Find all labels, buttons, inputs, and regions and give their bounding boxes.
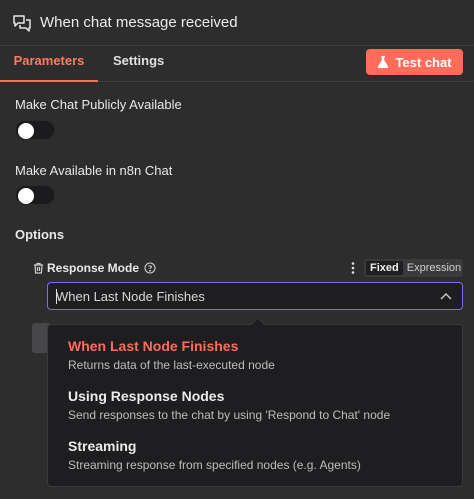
public-label: Make Chat Publicly Available [15,97,182,112]
option-description: Returns data of the last-executed node [68,358,275,372]
toggle-knob [18,123,34,139]
option-when-last-node-finishes[interactable]: When Last Node Finishes Returns data of … [68,338,275,372]
node-title: When chat message received [40,14,238,31]
tab-settings[interactable]: Settings [113,46,164,82]
option-using-response-nodes[interactable]: Using Response Nodes Send responses to t… [68,388,390,422]
expression-option[interactable]: Expression [403,261,465,275]
test-chat-label: Test chat [395,54,452,70]
response-mode-label: Response Mode [47,261,140,275]
option-title: Using Response Nodes [68,388,225,404]
flask-icon [378,56,389,68]
options-title: Options [15,227,65,242]
toggle-knob [18,188,34,204]
trash-icon[interactable] [33,262,44,274]
n8n-chat-toggle[interactable] [15,185,55,205]
fixed-option[interactable]: Fixed [366,261,403,275]
help-circle-icon[interactable] [144,262,156,274]
option-title: Streaming [68,438,137,454]
tab-parameters[interactable]: Parameters [0,46,98,82]
option-title: When Last Node Finishes [68,338,239,354]
text-cursor [56,289,57,304]
response-mode-header: Response Mode [33,259,156,277]
test-chat-button[interactable]: Test chat [366,49,463,75]
fixed-expression-toggle: Fixed Expression [364,259,463,277]
option-streaming[interactable]: Streaming Streaming response from specif… [68,438,361,472]
option-description: Send responses to the chat by using 'Res… [68,408,391,422]
chevron-up-icon[interactable] [440,292,452,300]
dropdown-arrow [250,316,266,332]
option-description: Streaming response from specified nodes … [68,458,361,472]
node-header: When chat message received [0,0,474,46]
response-mode-value: When Last Node Finishes [56,288,205,304]
response-mode-dropdown: When Last Node Finishes Returns data of … [47,316,463,487]
response-mode-select[interactable]: When Last Node Finishes [47,282,463,310]
n8n-chat-label: Make Available in n8n Chat [15,163,173,178]
more-options-icon[interactable] [350,261,356,275]
chat-bubbles-icon [13,14,31,32]
public-toggle[interactable] [15,120,55,140]
